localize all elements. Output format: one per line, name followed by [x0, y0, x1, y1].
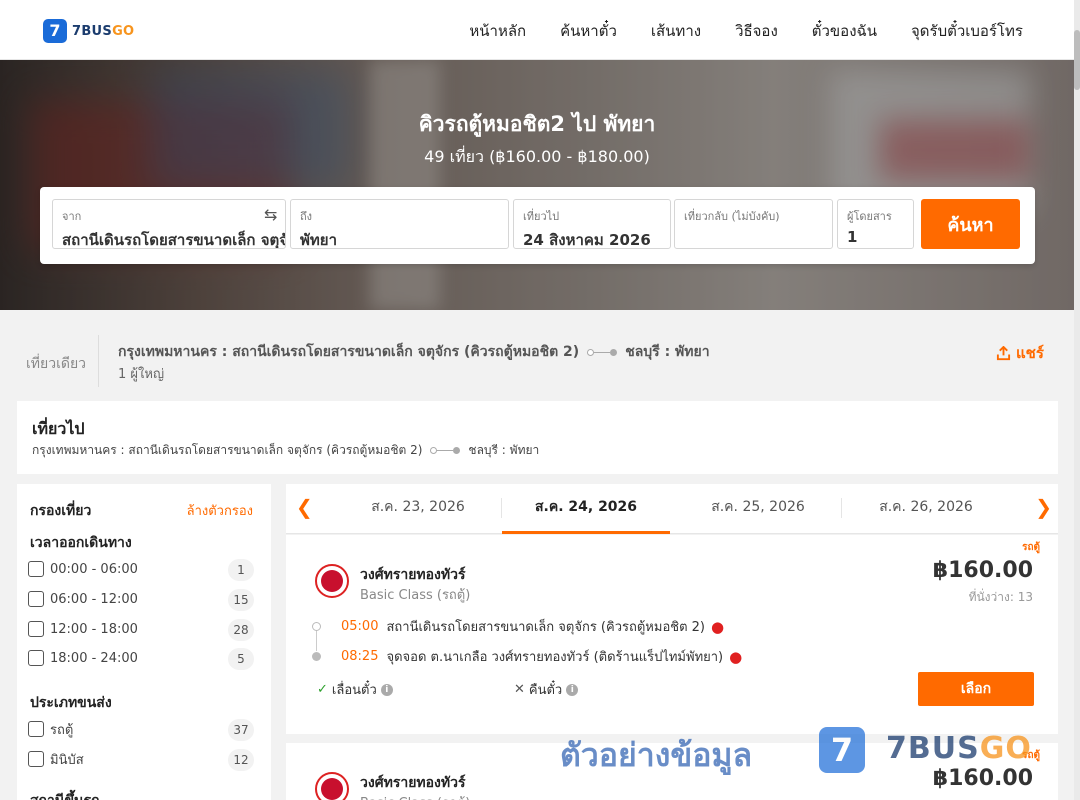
departure-stop: 05:00 สถานีเดินรถโดยสารขนาดเล็ก จตุจักร … — [312, 616, 724, 637]
trip-count-price-range: 49 เที่ยว (฿160.00 - ฿180.00) — [424, 147, 650, 166]
outbound-title: เที่ยวไป — [32, 419, 85, 438]
clear-filters-link[interactable]: ล้างตัวกรอง — [187, 500, 253, 521]
departure-time-title: เวลาออกเดินทาง — [30, 535, 132, 551]
trip-card: รถตู้ วงศ์ทรายทองทัวร์ Basic Class (รถตู… — [286, 535, 1058, 734]
swap-icon[interactable]: ⇆ — [264, 205, 278, 224]
tab-date-1[interactable]: ส.ค. 24, 2026 — [502, 484, 670, 534]
depart-date-value: 24 สิงหาคม 2026 — [523, 231, 651, 249]
info-icon[interactable]: i — [566, 683, 579, 696]
logo-text: 7BUSGO — [72, 23, 135, 39]
filter-panel: กรองเที่ยว ล้างตัวกรอง เวลาออกเดินทาง 00… — [17, 484, 271, 800]
map-pin-icon[interactable]: ● — [711, 618, 724, 636]
divider — [98, 335, 99, 387]
transport-type-title: ประเภทขนส่ง — [30, 695, 112, 711]
return-date-field[interactable]: เที่ยวกลับ (ไม่บังคับ) — [674, 199, 833, 249]
operator-name: วงศ์ทรายทองทัวร์ — [360, 775, 466, 791]
service-class: Basic Class (รถตู้) — [360, 588, 471, 603]
nav-item-my-tickets[interactable]: ตั๋วของฉัน — [812, 19, 877, 43]
trip-price: ฿160.00 — [932, 558, 1033, 583]
filter-transport-minibus[interactable]: มินิบัส 12 — [28, 747, 254, 771]
check-icon: ✓ — [317, 682, 328, 697]
checkbox[interactable] — [28, 721, 44, 737]
brand-logo[interactable]: 7 7BUSGO — [43, 19, 134, 43]
to-field[interactable]: ถึง พัทยา — [290, 199, 509, 249]
page-scrollbar[interactable] — [1074, 0, 1080, 800]
nav-item-search-tickets[interactable]: ค้นหาตั๋ว — [560, 19, 617, 43]
route-connector-icon — [587, 348, 618, 356]
outbound-route: กรุงเทพมหานคร : สถานีเดินรถโดยสารขนาดเล็… — [32, 443, 540, 457]
share-button[interactable]: แชร์ — [996, 341, 1044, 365]
nav-item-home[interactable]: หน้าหลัก — [469, 19, 526, 43]
route-connector-icon — [430, 447, 461, 454]
cross-icon: ✕ — [514, 682, 525, 697]
map-pin-icon[interactable]: ● — [729, 648, 742, 666]
checkbox[interactable] — [28, 621, 44, 637]
filter-title: กรองเที่ยว — [30, 503, 92, 519]
boarding-station-title: สถานีขึ้นรถ — [30, 790, 100, 800]
route-line: กรุงเทพมหานคร : สถานีเดินรถโดยสารขนาดเล็… — [118, 341, 710, 363]
tab-date-3[interactable]: ส.ค. 26, 2026 — [842, 484, 1010, 534]
filter-departure-0612[interactable]: 06:00 - 12:00 15 — [28, 587, 254, 611]
from-field[interactable]: จาก สถานีเดินรถโดยสารขนาดเล็ก จตุจักร (ค… — [52, 199, 286, 249]
nav-menu: หน้าหลัก ค้นหาตั๋ว เส้นทาง วิธีจอง ตั๋วข… — [469, 19, 1023, 43]
refund-ticket-policy: ✕ คืนตั๋ว i — [514, 679, 579, 700]
trip-summary: เที่ยวเดียว กรุงเทพมหานคร : สถานีเดินรถโ… — [0, 311, 1074, 391]
trip-type: เที่ยวเดียว — [26, 356, 87, 372]
hero-banner: คิวรถตู้หมอชิต2 ไป พัทยา 49 เที่ยว (฿160… — [0, 60, 1074, 310]
arrival-stop: 08:25 จุดจอด ต.นาเกลือ วงศ์ทรายทองทัวร์ … — [312, 646, 742, 667]
change-ticket-policy: ✓ เลื่อนตั๋ว i — [317, 679, 393, 700]
filter-departure-1824[interactable]: 18:00 - 24:00 5 — [28, 646, 254, 670]
filter-transport-van[interactable]: รถตู้ 37 — [28, 717, 254, 741]
passenger-field[interactable]: ผู้โดยสาร 1 — [837, 199, 914, 249]
service-class: Basic Class (รถตู้) — [360, 792, 470, 800]
filter-departure-1218[interactable]: 12:00 - 18:00 28 — [28, 617, 254, 641]
checkbox[interactable] — [28, 561, 44, 577]
vehicle-tag: รถตู้ — [1022, 542, 1040, 553]
checkbox[interactable] — [28, 650, 44, 666]
to-value: พัทยา — [300, 231, 337, 249]
nav-item-routes[interactable]: เส้นทาง — [651, 19, 701, 43]
logo-mark: 7 — [43, 19, 67, 43]
share-icon — [996, 345, 1011, 360]
nav-item-ticket-pickup[interactable]: จุดรับตั๋วเบอร์โทร — [911, 19, 1023, 43]
outbound-panel: เที่ยวไป กรุงเทพมหานคร : สถานีเดินรถโดยส… — [17, 401, 1058, 474]
seats-available: ที่นั่งว่าง: 13 — [968, 590, 1033, 604]
checkbox[interactable] — [28, 591, 44, 607]
info-icon[interactable]: i — [380, 683, 393, 696]
checkbox[interactable] — [28, 751, 44, 767]
depart-date-field[interactable]: เที่ยวไป 24 สิงหาคม 2026 — [513, 199, 671, 249]
watermark-logo-mark: 7 — [819, 727, 865, 773]
tab-date-2[interactable]: ส.ค. 25, 2026 — [674, 484, 842, 534]
destination-text: ชลบุรี : พัทยา — [625, 344, 710, 360]
origin-text: กรุงเทพมหานคร : สถานีเดินรถโดยสารขนาดเล็… — [118, 344, 580, 360]
search-button[interactable]: ค้นหา — [921, 199, 1020, 249]
operator-logo — [315, 564, 349, 598]
filter-departure-0006[interactable]: 00:00 - 06:00 1 — [28, 557, 254, 581]
nav-item-how-to-book[interactable]: วิธีจอง — [735, 19, 778, 43]
from-value: สถานีเดินรถโดยสารขนาดเล็ก จตุจักร (คิวรถ… — [62, 231, 285, 249]
top-navbar: 7 7BUSGO หน้าหลัก ค้นหาตั๋ว เส้นทาง วิธี… — [0, 0, 1080, 60]
passenger-value: 1 — [847, 228, 858, 246]
chevron-right-icon[interactable]: ❯ — [1035, 495, 1052, 519]
passenger-summary: 1 ผู้ใหญ่ — [118, 367, 165, 382]
select-trip-button[interactable]: เลือก — [918, 672, 1034, 706]
page-title: คิวรถตู้หมอชิต2 ไป พัทยา — [418, 112, 656, 136]
watermark-brand: 7BUSGO — [886, 731, 1032, 766]
trip-price: ฿160.00 — [932, 766, 1033, 791]
date-selector: ❮ ส.ค. 23, 2026 ส.ค. 24, 2026 ส.ค. 25, 2… — [286, 484, 1058, 534]
sample-data-watermark: ตัวอย่างข้อมูล — [560, 736, 753, 774]
tab-date-0[interactable]: ส.ค. 23, 2026 — [334, 484, 502, 534]
operator-name: วงศ์ทรายทองทัวร์ — [360, 567, 466, 583]
operator-logo — [315, 772, 349, 800]
search-form: จาก สถานีเดินรถโดยสารขนาดเล็ก จตุจักร (ค… — [40, 187, 1035, 264]
chevron-left-icon[interactable]: ❮ — [296, 495, 313, 519]
